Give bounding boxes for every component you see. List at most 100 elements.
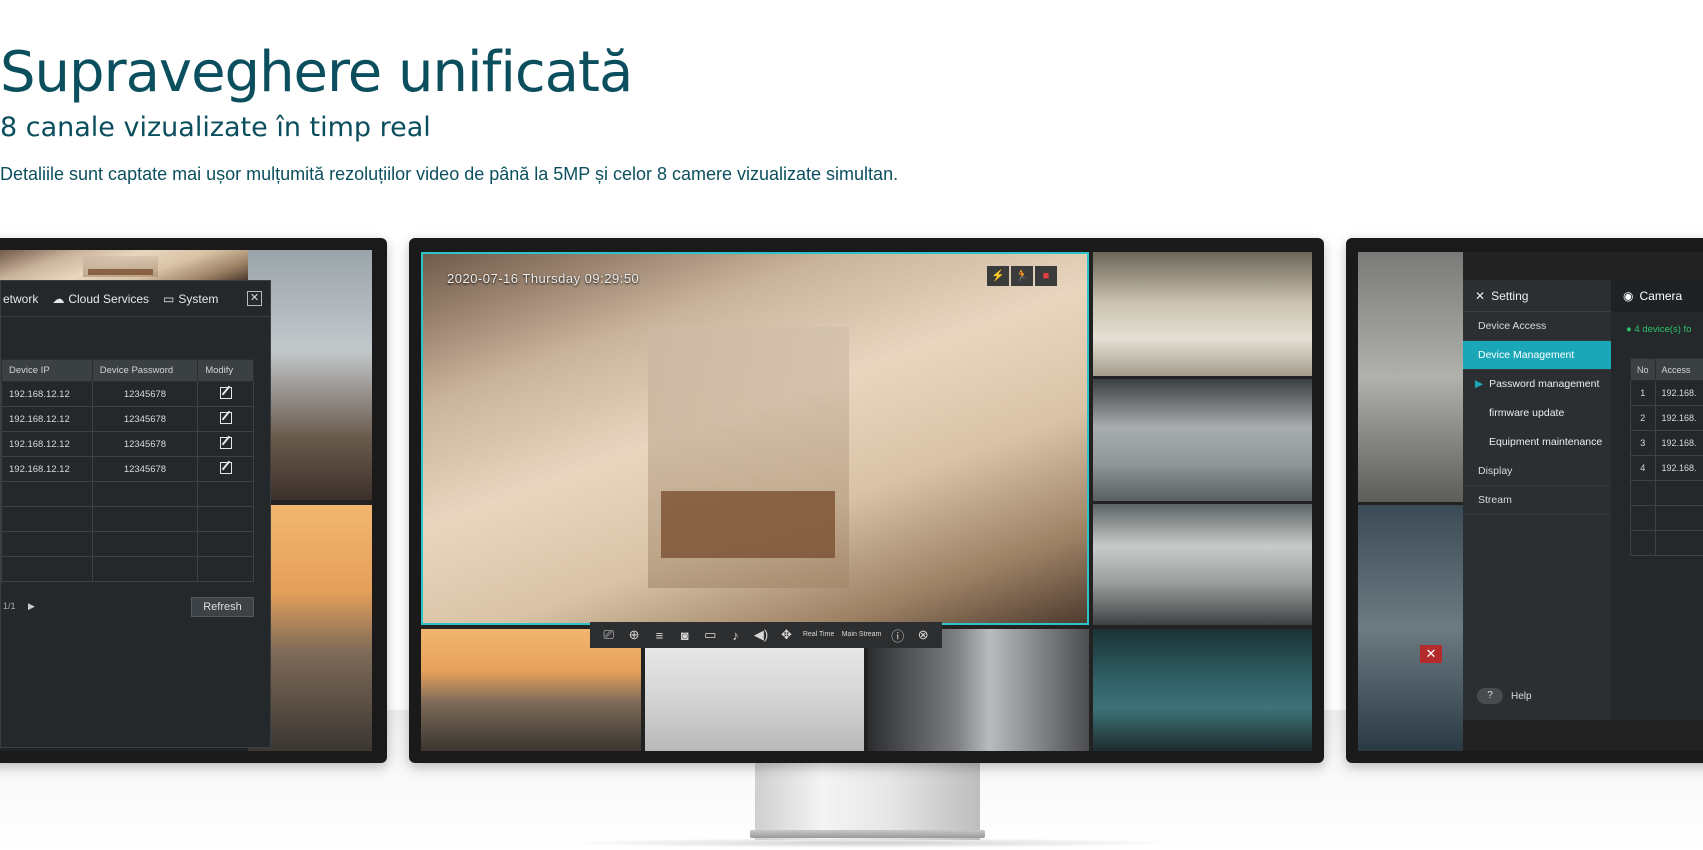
column-header: No	[1631, 359, 1656, 381]
nav-equipment-maintenance[interactable]: Equipment maintenance	[1463, 428, 1611, 457]
tab-system[interactable]: ▭System	[163, 292, 218, 306]
table-row: 192.168.12.1212345678	[2, 407, 254, 432]
monitor-stand-base	[750, 830, 985, 838]
tab-cloud-label: Cloud Services	[68, 292, 149, 306]
close-icon[interactable]: ✕	[247, 291, 262, 306]
cell-modify	[198, 432, 254, 457]
ptz-icon[interactable]: ✥	[777, 627, 795, 643]
cell-no: 2	[1631, 406, 1656, 431]
help-button[interactable]: ? Help	[1477, 688, 1532, 704]
timestamp: 2020-07-16 Thursday 09:29:50	[447, 271, 639, 286]
cell-modify	[198, 382, 254, 407]
edit-icon[interactable]	[220, 387, 232, 399]
settings-panel: ✕ Setting Device Access Device Management…	[1463, 280, 1703, 720]
table-row: 192.168.12.1212345678	[2, 382, 254, 407]
edit-icon[interactable]	[220, 462, 232, 474]
nav-password-label: Password management	[1489, 378, 1599, 390]
cell-password: 12345678	[92, 407, 197, 432]
device-count: ● 4 device(s) fo	[1626, 324, 1691, 335]
cell-no: 3	[1631, 431, 1656, 456]
cell-no: 1	[1631, 381, 1656, 406]
table-row: 4192.168.	[1631, 456, 1703, 481]
info-icon[interactable]: ⓘ	[889, 626, 907, 645]
camera-table: NoAccess 1192.168. 2192.168. 3192.168. 4…	[1630, 358, 1703, 556]
microphone-icon[interactable]: ♪	[727, 628, 745, 643]
tab-camera-label: Camera	[1639, 289, 1682, 303]
camera-feed-top	[0, 250, 248, 280]
cell-access: 192.168.	[1655, 381, 1703, 406]
table-row: 192.168.12.1212345678	[2, 432, 254, 457]
table-row	[1631, 481, 1703, 506]
nav-device-access[interactable]: Device Access	[1463, 312, 1611, 341]
camera-feed-lockers	[1358, 505, 1463, 751]
help-icon: ?	[1477, 688, 1503, 704]
snapshot-icon[interactable]: ◙	[676, 628, 694, 643]
human-detect-icon: 🏃	[1011, 266, 1033, 286]
table-row	[1631, 531, 1703, 556]
camera-feed-corridor	[1358, 252, 1463, 502]
column-header: Modify	[198, 360, 254, 382]
realtime-button[interactable]: Real Time	[803, 631, 835, 639]
record-icon[interactable]: ▭	[701, 627, 719, 643]
cell-access: 192.168.	[1655, 406, 1703, 431]
cell-ip: 192.168.12.12	[2, 407, 93, 432]
table-row: 192.168.12.1212345678	[2, 457, 254, 482]
nav-stream[interactable]: Stream	[1463, 486, 1611, 515]
monitor-stand	[755, 760, 980, 840]
page-description: Detaliile sunt captate mai ușor mulțumit…	[0, 164, 1703, 185]
device-count-text: 4 device(s) fo	[1634, 324, 1691, 335]
stand-shadow	[560, 838, 1180, 848]
table-row	[2, 482, 254, 507]
camera-feed-garage[interactable]	[1093, 379, 1312, 501]
zoom-in-icon[interactable]: ⊕	[625, 627, 643, 643]
volume-icon[interactable]: ◀)	[752, 627, 770, 643]
close-icon[interactable]: ⊗	[914, 627, 932, 643]
help-label: Help	[1511, 691, 1532, 702]
adjust-icon[interactable]: ≡	[650, 628, 668, 643]
mainstream-button[interactable]: Main Stream	[842, 631, 882, 639]
nav-display[interactable]: Display	[1463, 457, 1611, 486]
next-page-icon[interactable]: ▶	[28, 601, 35, 611]
device-table: Device IP Device Password Modify 192.168…	[1, 359, 254, 582]
nav-firmware-update[interactable]: firmware update	[1463, 399, 1611, 428]
tab-cloud-services[interactable]: ☁ Cloud Services	[52, 292, 149, 306]
settings-header: ✕ Setting	[1463, 280, 1611, 312]
cell-modify	[198, 457, 254, 482]
camera-icon: ◉	[1623, 289, 1633, 303]
tab-network[interactable]: etwork	[3, 292, 38, 306]
playback-icon[interactable]: ⎚	[600, 627, 618, 643]
nav-password-management[interactable]: ▶Password management	[1463, 370, 1611, 399]
motion-off-icon: ⚡	[987, 266, 1009, 286]
camera-feed-barrier[interactable]	[1093, 629, 1312, 751]
camera-feed-hall[interactable]	[1093, 252, 1312, 376]
page-title: Supraveghere unificată	[0, 40, 1703, 105]
column-header: Device Password	[92, 360, 197, 382]
cell-password: 12345678	[92, 457, 197, 482]
tools-icon: ✕	[1475, 289, 1485, 303]
table-row	[2, 507, 254, 532]
cloud-icon: ☁	[52, 292, 64, 306]
cell-ip: 192.168.12.12	[2, 457, 93, 482]
tab-camera[interactable]: ◉ Camera	[1611, 280, 1703, 312]
table-row	[2, 557, 254, 582]
table-row	[2, 532, 254, 557]
edit-icon[interactable]	[220, 412, 232, 424]
page-subtitle: 8 canale vizualizate în timp real	[0, 112, 1703, 143]
record-icon: ■	[1035, 266, 1057, 286]
settings-title: Setting	[1491, 289, 1528, 303]
cell-password: 12345678	[92, 432, 197, 457]
camera-feed-parking[interactable]	[1093, 504, 1312, 625]
monitor-icon: ▭	[163, 292, 174, 306]
edit-icon[interactable]	[220, 437, 232, 449]
cell-ip: 192.168.12.12	[2, 432, 93, 457]
nav-device-management[interactable]: Device Management	[1463, 341, 1611, 370]
cell-access: 192.168.	[1655, 431, 1703, 456]
channel-status-icons: ⚡ 🏃 ■	[987, 266, 1057, 286]
column-header: Device IP	[2, 360, 93, 382]
pager: 1/1 ▶	[3, 601, 35, 612]
table-row: 2192.168.	[1631, 406, 1703, 431]
device-panel-header: etwork ☁ Cloud Services ▭System	[1, 281, 270, 317]
pager-text: 1/1	[3, 601, 16, 611]
column-header: Access	[1655, 359, 1703, 381]
refresh-button[interactable]: Refresh	[191, 597, 254, 617]
